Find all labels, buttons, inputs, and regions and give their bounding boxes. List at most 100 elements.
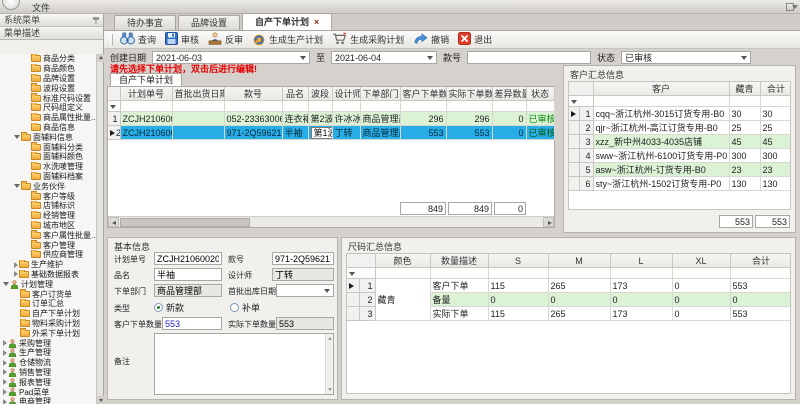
sidebar-item[interactable]: 商品信息 — [0, 123, 96, 133]
qty-cell[interactable]: 45 — [729, 135, 760, 149]
style-no-input[interactable] — [467, 51, 591, 64]
customer-cell[interactable]: asw~浙江杭州-订货专用-B0 — [593, 163, 729, 177]
column-header[interactable]: 首批出货日期 — [172, 87, 224, 101]
filter-cell[interactable] — [430, 268, 488, 279]
qty-cell[interactable]: 30 — [729, 107, 760, 121]
filter-cell[interactable] — [400, 101, 446, 112]
cell[interactable]: 已审核 — [526, 112, 554, 126]
cell[interactable]: 971-2Q596217 — [224, 126, 282, 140]
column-header[interactable]: M — [548, 254, 610, 268]
sidebar-item[interactable]: 自产下单计划 — [0, 309, 96, 319]
expand-arrow-icon[interactable] — [3, 340, 7, 346]
plan-subtab[interactable]: 自产下单计划 — [110, 73, 182, 86]
total-cell[interactable]: 130 — [760, 177, 791, 191]
filter-cell[interactable] — [593, 96, 729, 107]
filter-cell[interactable] — [360, 101, 400, 112]
sidebar-item[interactable]: 商品属性批量... — [0, 113, 96, 123]
size-qty-cell[interactable]: 0 — [488, 293, 548, 307]
column-header[interactable]: 计划单号 — [120, 87, 172, 101]
sidebar-item[interactable]: 供应商管理 — [0, 250, 96, 260]
sidebar-item[interactable]: 生产维护 — [0, 260, 96, 270]
filter-cell[interactable] — [548, 268, 610, 279]
total-cell[interactable]: 553 — [730, 307, 791, 321]
sidebar-item[interactable]: 生产管理 — [0, 348, 96, 358]
app-logo-icon[interactable] — [2, 0, 20, 10]
sidebar-item[interactable]: 客户属性批量... — [0, 230, 96, 240]
product-input[interactable] — [154, 268, 222, 281]
expand-arrow-icon[interactable] — [3, 369, 7, 375]
close-tab-icon[interactable]: × — [314, 14, 319, 30]
qty-cell[interactable]: 23 — [729, 163, 760, 177]
scroll-down-icon[interactable] — [327, 386, 333, 393]
row-selector[interactable]: 2 — [108, 126, 120, 140]
sidebar-item[interactable]: 业务伙伴 — [0, 181, 96, 191]
scroll-up-icon[interactable] — [327, 335, 333, 342]
table-row[interactable]: 2qjr~浙江杭州-高江订货专用-B02525 — [569, 121, 791, 135]
cell[interactable]: 052-23363006-1 — [224, 112, 282, 126]
filter-cell[interactable] — [729, 96, 760, 107]
expand-arrow-icon[interactable] — [3, 389, 7, 395]
row-selector[interactable] — [569, 135, 579, 149]
sidebar-item[interactable]: 波段设置 — [0, 83, 96, 93]
cell[interactable]: 296 — [446, 112, 492, 126]
expand-arrow-icon[interactable] — [14, 135, 20, 139]
total-cell[interactable]: 30 — [760, 107, 791, 121]
column-header[interactable]: 款号 — [224, 87, 282, 101]
size-qty-cell[interactable]: 0 — [672, 293, 730, 307]
size-qty-cell[interactable]: 173 — [610, 307, 672, 321]
approve-button[interactable]: 审核 — [162, 31, 205, 48]
customer-cell[interactable]: cqq~浙江杭州-3015订货专用-B0 — [593, 107, 729, 121]
table-row[interactable]: 5asw~浙江杭州-订货专用-B02323 — [569, 163, 791, 177]
expand-arrow-icon[interactable] — [3, 379, 7, 385]
plan-hscrollbar[interactable] — [108, 216, 554, 227]
sidebar-item[interactable]: Pad菜单 — [0, 387, 96, 397]
reject-button[interactable]: 反审 — [205, 31, 249, 48]
cell[interactable]: 丁转 — [332, 126, 360, 140]
cell[interactable]: 553 — [400, 126, 446, 140]
radio-new-style[interactable]: 新款 — [154, 301, 184, 314]
sidebar-item[interactable]: 面辅料信息 — [0, 132, 96, 142]
sidebar-item[interactable]: 电商管理 — [0, 397, 96, 404]
filter-cell[interactable] — [308, 101, 332, 112]
ship-date-combo[interactable] — [276, 284, 334, 297]
sidebar-item[interactable]: 标准尺码设置 — [0, 93, 96, 103]
expand-arrow-icon[interactable] — [3, 399, 7, 404]
column-header[interactable]: XL — [672, 254, 730, 268]
status-combo[interactable]: 已审核 — [621, 51, 751, 64]
column-header[interactable]: 状态 — [526, 87, 554, 101]
cell[interactable]: 半袖 — [282, 126, 308, 140]
sidebar-item[interactable]: 面辅料档案 — [0, 172, 96, 182]
row-selector[interactable] — [347, 307, 359, 321]
desc-cell[interactable]: 备量 — [430, 293, 488, 307]
row-selector[interactable] — [347, 279, 359, 293]
sidebar-item[interactable]: 报表管理 — [0, 377, 96, 387]
expand-arrow-icon[interactable] — [14, 262, 18, 268]
column-header[interactable]: 下单部门 — [360, 87, 400, 101]
filter-cell[interactable] — [488, 268, 548, 279]
filter-cell[interactable] — [610, 268, 672, 279]
column-header[interactable]: 设计师 — [332, 87, 360, 101]
customer-qty-input[interactable] — [162, 317, 222, 330]
column-header[interactable]: 合计 — [730, 254, 791, 268]
desc-cell[interactable]: 实际下单 — [430, 307, 488, 321]
sidebar-item[interactable]: 基础数据报表 — [0, 270, 96, 280]
total-cell[interactable]: 300 — [760, 149, 791, 163]
sidebar-item[interactable]: 尺码组定义 — [0, 103, 96, 113]
total-cell[interactable]: 23 — [760, 163, 791, 177]
column-header[interactable]: 合计 — [760, 82, 791, 96]
filter-cell[interactable] — [375, 268, 430, 279]
column-header[interactable]: 客户下单数量 — [400, 87, 446, 101]
exit-button[interactable]: 退出 — [455, 31, 498, 48]
sidebar-item[interactable]: 外采下单计划 — [0, 328, 96, 338]
table-row[interactable]: 4sww~浙江杭州-6100订货专用-P0300300 — [569, 149, 791, 163]
filter-cell[interactable] — [760, 96, 791, 107]
filter-funnel-icon[interactable] — [108, 101, 120, 112]
expand-arrow-icon[interactable] — [3, 350, 7, 356]
menu-file[interactable]: 文件 — [28, 1, 54, 14]
row-selector[interactable] — [569, 177, 579, 191]
column-header[interactable]: 品名 — [282, 87, 308, 101]
customer-cell[interactable]: qjr~浙江杭州-高江订货专用-B0 — [593, 121, 729, 135]
sidebar-item[interactable]: 物料采购计划 — [0, 319, 96, 329]
size-qty-cell[interactable]: 0 — [548, 293, 610, 307]
column-header[interactable]: 颜色 — [375, 254, 430, 268]
